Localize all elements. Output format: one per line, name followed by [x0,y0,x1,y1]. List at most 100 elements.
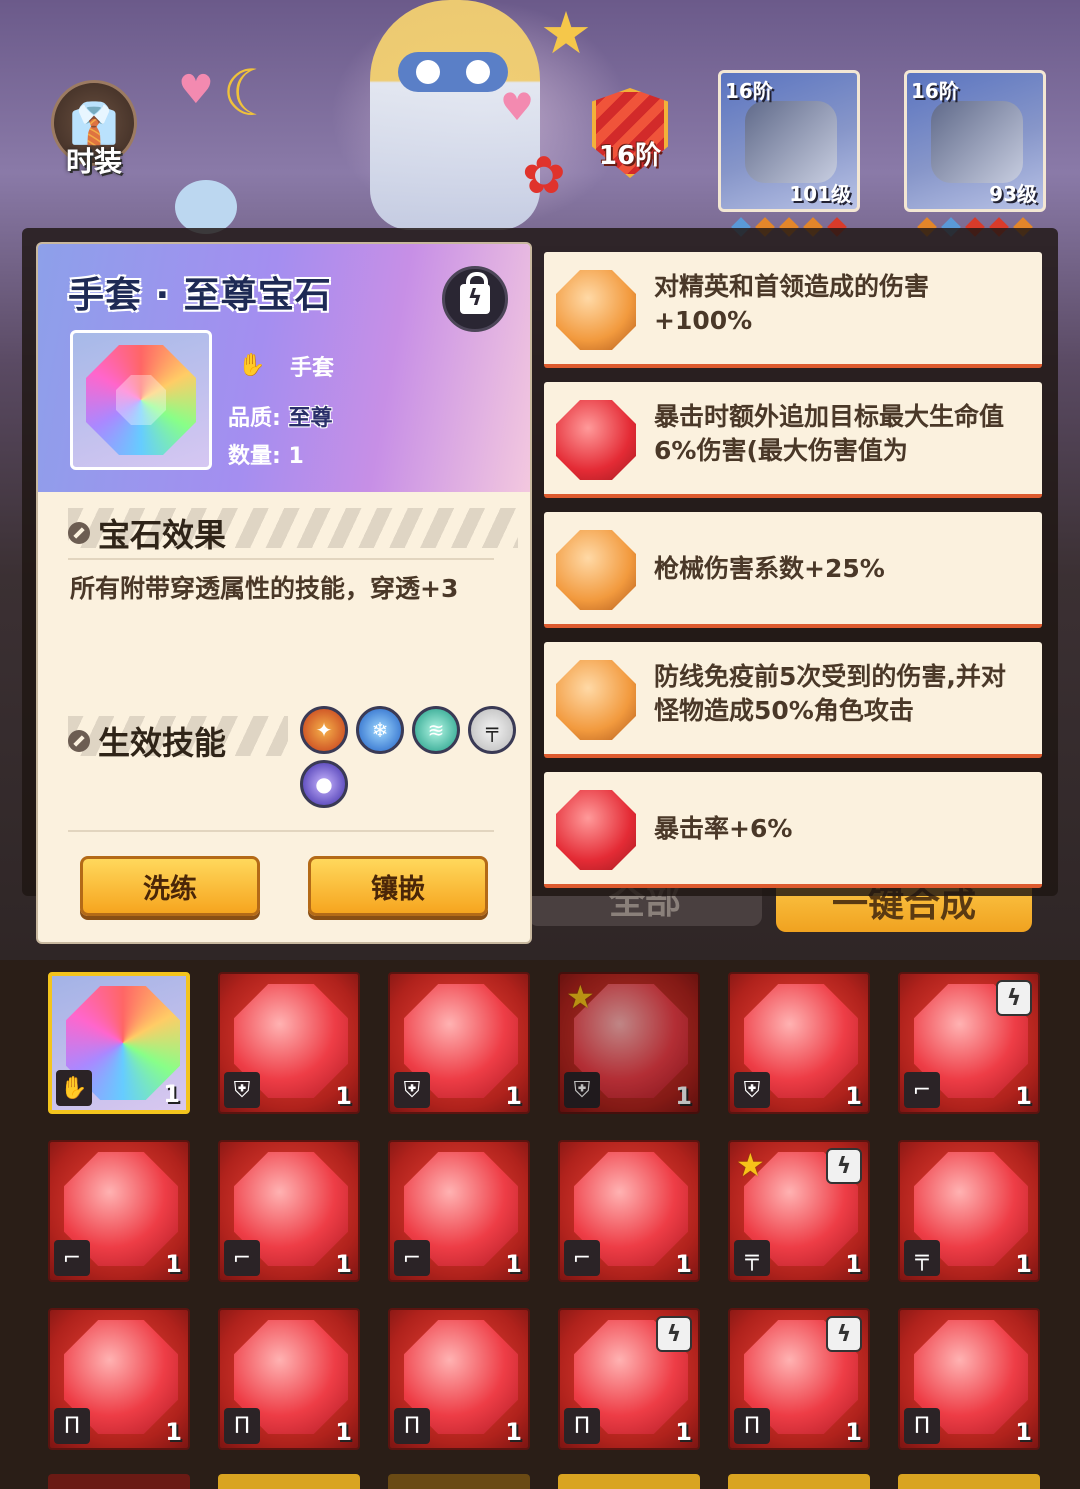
ice-skill-icon[interactable]: ❄ [356,706,404,754]
gem-quantity: 1 [505,1082,522,1110]
gem-slot[interactable] [48,1474,190,1489]
gem-slot[interactable]: ϟ Π 1 [558,1308,700,1450]
gem-title: 手套 · 至尊宝石 [68,275,332,316]
gem-detail-panel: 手套 · 至尊宝石 ϟ ✋ 手套 品质: 至尊 数量: 1 宝石效果 所有附带穿… [38,244,530,942]
pants-icon: Π [224,1408,260,1444]
equipment-level: 93级 [989,182,1037,206]
attribute-text: 暴击率+6% [654,814,793,843]
count-value: 1 [288,444,304,469]
slot-type-row: ✋ 手套 [238,350,334,382]
gem-quantity: 1 [505,1418,522,1446]
red-gem-icon [556,790,636,870]
gem-slot[interactable]: ✋ 1 [48,972,190,1114]
fire-skill-icon[interactable]: ✦ [300,706,348,754]
armor-icon: ⛨ [564,1072,600,1108]
red-gem-icon [556,400,636,480]
inlay-button[interactable]: 镶嵌 [308,856,488,916]
equipment-card-glove[interactable]: 16阶 93级 [904,70,1046,212]
gem-slot[interactable] [218,1474,360,1489]
attribute-text: 对精英和首领造成的伤害+100% [654,272,930,335]
bear-ornament-icon [175,180,237,234]
orange-gem-icon [556,270,636,350]
lock-icon: ϟ [460,272,490,314]
gem-slot[interactable]: ϟ ⌐ 1 [898,972,1040,1114]
fashion-button[interactable]: 👔 时装 [48,80,140,190]
helmet-icon [745,101,837,183]
star-icon: ★ [540,0,592,67]
gem-quantity: 1 [1015,1250,1032,1278]
boot-icon: ⌐ [54,1240,90,1276]
gem-slot[interactable]: Π1 [218,1308,360,1450]
supreme-gem-icon [86,345,196,455]
gem-slot[interactable]: ϟ Π 1 [728,1308,870,1450]
gem-slot[interactable]: ⌐ 1 [218,1140,360,1282]
gem-quantity: 1 [1015,1418,1032,1446]
check-icon [68,730,90,752]
gem-slot[interactable]: Π1 [388,1308,530,1450]
gem-quantity: 1 [335,1082,352,1110]
rank-badge-text: 16阶 [598,141,662,171]
armor-icon: ⛨ [394,1072,430,1108]
heart-icon: ♥ [178,67,214,113]
gem-slot[interactable]: ⌐ 1 [48,1140,190,1282]
gem-slot[interactable]: ⌐ 1 [558,1140,700,1282]
star-icon: ★ [566,978,595,1016]
gem-quantity: 1 [675,1250,692,1278]
lock-button[interactable]: ϟ [442,266,508,332]
equipment-level: 101级 [789,182,851,206]
armor-icon: ⛨ [224,1072,260,1108]
quality-row: 品质: 至尊 [228,400,333,432]
gem-slot[interactable]: ⌐ 1 [388,1140,530,1282]
gem-slot[interactable]: ★ ϟ ╤ 1 [728,1140,870,1282]
count-label: 数量: [228,444,281,469]
quality-value: 至尊 [288,406,333,431]
gem-slot[interactable] [728,1474,870,1489]
gem-slot[interactable]: ★ ⛨ 1 [558,972,700,1114]
gem-slot[interactable]: ⛨ 1 [388,972,530,1114]
count-row: 数量: 1 [228,438,304,470]
armor-icon: ⛨ [734,1072,770,1108]
gem-slot[interactable] [898,1474,1040,1489]
reforge-button[interactable]: 洗练 [80,856,260,916]
pants-icon: Π [54,1408,90,1444]
fashion-label: 时装 [65,145,122,178]
equipment-card-helmet[interactable]: 16阶 101级 [718,70,860,212]
lock-icon: ϟ [656,1316,692,1352]
attribute-text: 防线免疫前5次受到的伤害,并对怪物造成50%角色攻击 [654,662,1006,725]
attribute-text: 枪械伤害系数+25% [654,554,885,583]
glove-icon: ✋ [56,1070,92,1106]
rifle-skill-icon[interactable]: ╤ [468,706,516,754]
lock-icon: ϟ [996,980,1032,1016]
gem-effect-heading: 宝石效果 [68,510,226,556]
wind-skill-icon[interactable]: ≋ [412,706,460,754]
gem-slot[interactable] [388,1474,530,1489]
gem-quantity: 1 [335,1418,352,1446]
gem-effect-text: 所有附带穿透属性的技能，穿透+3 [70,574,459,603]
orange-gem-icon [556,530,636,610]
pants-icon: Π [564,1408,600,1444]
gun-icon: ╤ [904,1240,940,1276]
gem-preview [70,330,212,470]
pants-icon: Π [394,1408,430,1444]
gem-slot[interactable]: ⛨ 1 [728,972,870,1114]
attribute-text: 暴击时额外追加目标最大生命值6%伤害(最大伤害值为 [654,402,1005,465]
gem-quantity: 1 [335,1250,352,1278]
gem-slot[interactable] [558,1474,700,1489]
boot-icon: ⌐ [904,1072,940,1108]
gun-icon: ╤ [734,1240,770,1276]
gem-quantity: 1 [505,1250,522,1278]
gem-slot[interactable]: ╤ 1 [898,1140,1040,1282]
gem-slot[interactable]: Π1 [48,1308,190,1450]
moon-icon: ☾ [222,57,280,131]
gem-quantity: 1 [845,1418,862,1446]
heart-icon: ♥ [500,85,535,129]
gem-slot[interactable]: Π1 [898,1308,1040,1450]
orb-skill-icon[interactable]: ● [300,760,348,808]
gem-slot[interactable]: ⛨ 1 [218,972,360,1114]
attribute-row: 防线免疫前5次受到的伤害,并对怪物造成50%角色攻击 [544,642,1042,758]
gem-quantity: 1 [163,1080,180,1108]
glove-armor-icon [931,101,1023,183]
gem-quantity: 1 [845,1250,862,1278]
rank-badge[interactable]: 16阶 [585,78,675,188]
equipment-tier: 16阶 [911,79,959,103]
